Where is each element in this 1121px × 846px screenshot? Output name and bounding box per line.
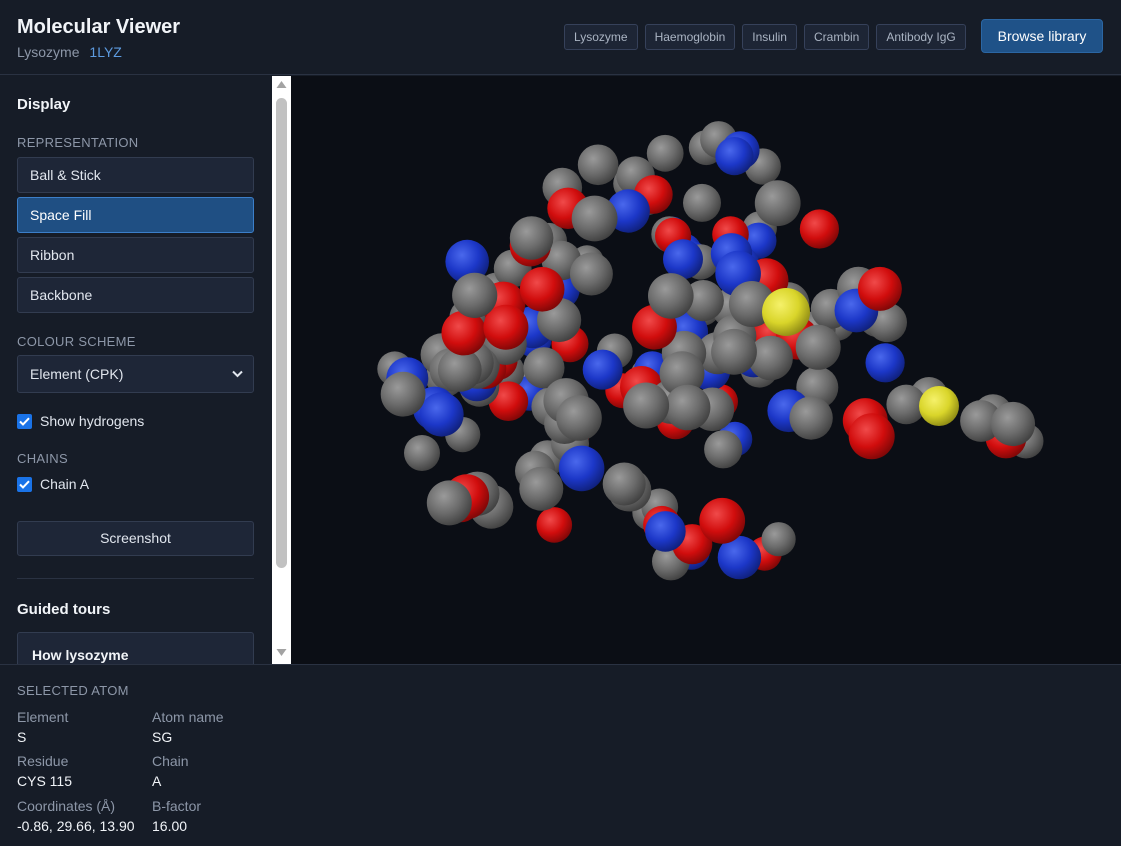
scroll-up-arrow-icon[interactable] [276, 80, 287, 89]
carbon-atom[interactable] [452, 272, 498, 318]
browse-library-button[interactable]: Browse library [981, 19, 1103, 53]
carbon-atom[interactable] [569, 252, 613, 296]
atom-name-value: SG [152, 729, 173, 745]
carbon-atom[interactable] [646, 134, 684, 172]
carbon-atom[interactable] [789, 396, 833, 440]
carbon-atom[interactable] [509, 216, 554, 260]
sulfur-atom[interactable] [762, 288, 810, 336]
coordinates-value: -0.86, 29.66, 13.90 [17, 818, 135, 834]
coordinates-label: Coordinates (Å) [17, 798, 116, 814]
atom-name-label: Atom name [152, 709, 224, 725]
chain-label: Chain [152, 753, 189, 769]
tour-title: How lysozyme [32, 647, 129, 663]
chain-a-label: Chain A [40, 476, 90, 492]
sulfur-atom[interactable] [919, 386, 959, 426]
show-hydrogens-row: Show hydrogens [17, 413, 144, 429]
carbon-atom[interactable] [404, 435, 440, 471]
chain-a-checkbox[interactable] [17, 476, 32, 492]
sidebar-panel: Display REPRESENTATION Ball & Stick Spac… [0, 76, 272, 664]
molecule-subtitle: Lysozyme 1LYZ [17, 44, 122, 60]
representation-backbone-button[interactable]: Backbone [17, 277, 254, 313]
nitrogen-atom[interactable] [715, 137, 754, 176]
selected-atom-panel: SELECTED ATOM Element S Atom name SG Res… [0, 664, 1121, 846]
oxygen-atom[interactable] [536, 507, 573, 543]
carbon-atom[interactable] [664, 384, 711, 431]
preset-chip-crambin[interactable]: Crambin [803, 24, 870, 50]
app-title: Molecular Viewer [17, 16, 181, 38]
header-bar: Molecular Viewer Lysozyme 1LYZ Lysozyme … [0, 0, 1121, 75]
scrollbar-thumb[interactable] [276, 98, 287, 568]
colour-scheme-label: COLOUR SCHEME [17, 334, 136, 349]
screenshot-button[interactable]: Screenshot [17, 521, 254, 556]
nitrogen-atom[interactable] [645, 511, 686, 552]
nitrogen-atom[interactable] [419, 392, 464, 437]
pdb-code: 1LYZ [89, 44, 122, 60]
molecule-viewport[interactable] [291, 76, 1121, 664]
show-hydrogens-label: Show hydrogens [40, 413, 145, 429]
nitrogen-atom[interactable] [558, 445, 605, 492]
selected-atom-heading: SELECTED ATOM [17, 683, 129, 698]
carbon-atom[interactable] [519, 466, 564, 511]
oxygen-atom[interactable] [699, 497, 746, 544]
molecule-canvas[interactable] [291, 76, 1121, 664]
checkmark-icon [19, 417, 30, 426]
chains-label: CHAINS [17, 451, 68, 466]
preset-chip-haemoglobin[interactable]: Haemoglobin [644, 24, 736, 50]
carbon-atom[interactable] [577, 144, 619, 186]
representation-space-fill-button[interactable]: Space Fill [17, 197, 254, 233]
colour-scheme-value: Element (CPK) [30, 366, 124, 382]
tour-card[interactable]: How lysozyme [17, 632, 254, 664]
carbon-atom[interactable] [990, 401, 1036, 447]
carbon-atom[interactable] [571, 195, 618, 242]
carbon-atom[interactable] [761, 522, 796, 557]
oxygen-atom[interactable] [799, 209, 839, 249]
guided-tours-heading: Guided tours [17, 601, 111, 618]
molecule-name: Lysozyme [17, 44, 80, 60]
carbon-atom[interactable] [602, 462, 646, 506]
colour-scheme-select[interactable]: Element (CPK) [17, 355, 254, 393]
oxygen-atom[interactable] [857, 266, 902, 311]
residue-label: Residue [17, 753, 69, 769]
chevron-down-icon [232, 370, 243, 378]
element-value: S [17, 729, 27, 745]
carbon-atom[interactable] [704, 430, 743, 469]
oxygen-atom[interactable] [848, 413, 895, 460]
carbon-atom[interactable] [556, 395, 602, 441]
representation-ribbon-button[interactable]: Ribbon [17, 237, 254, 273]
chain-value: A [152, 773, 162, 789]
carbon-atom[interactable] [795, 324, 841, 370]
carbon-atom[interactable] [426, 480, 472, 526]
nitrogen-atom[interactable] [865, 343, 905, 383]
carbon-atom[interactable] [648, 273, 694, 319]
preset-chip-antibody-igg[interactable]: Antibody IgG [876, 24, 966, 50]
checkmark-icon [19, 480, 30, 489]
chain-a-row: Chain A [17, 476, 89, 492]
show-hydrogens-checkbox[interactable] [17, 413, 32, 429]
element-label: Element [17, 709, 69, 725]
bfactor-label: B-factor [152, 798, 202, 814]
display-heading: Display [17, 96, 71, 113]
carbon-atom[interactable] [711, 328, 757, 375]
sidebar-scrollbar[interactable] [272, 76, 291, 664]
carbon-atom[interactable] [380, 371, 426, 417]
preset-chip-insulin[interactable]: Insulin [742, 24, 797, 50]
carbon-atom[interactable] [683, 183, 721, 222]
carbon-atom[interactable] [754, 180, 801, 227]
oxygen-atom[interactable] [519, 267, 565, 312]
representation-ball-and-stick-button[interactable]: Ball & Stick [17, 157, 254, 193]
nitrogen-atom[interactable] [582, 349, 623, 390]
representation-label: REPRESENTATION [17, 135, 139, 150]
scroll-down-arrow-icon[interactable] [276, 648, 287, 657]
preset-chip-list: Lysozyme Haemoglobin Insulin Crambin Ant… [564, 24, 966, 50]
sidebar-divider [17, 578, 254, 579]
carbon-atom[interactable] [623, 382, 670, 429]
preset-chip-lysozyme[interactable]: Lysozyme [564, 24, 638, 50]
residue-value: CYS 115 [17, 773, 72, 789]
bfactor-value: 16.00 [152, 818, 188, 834]
